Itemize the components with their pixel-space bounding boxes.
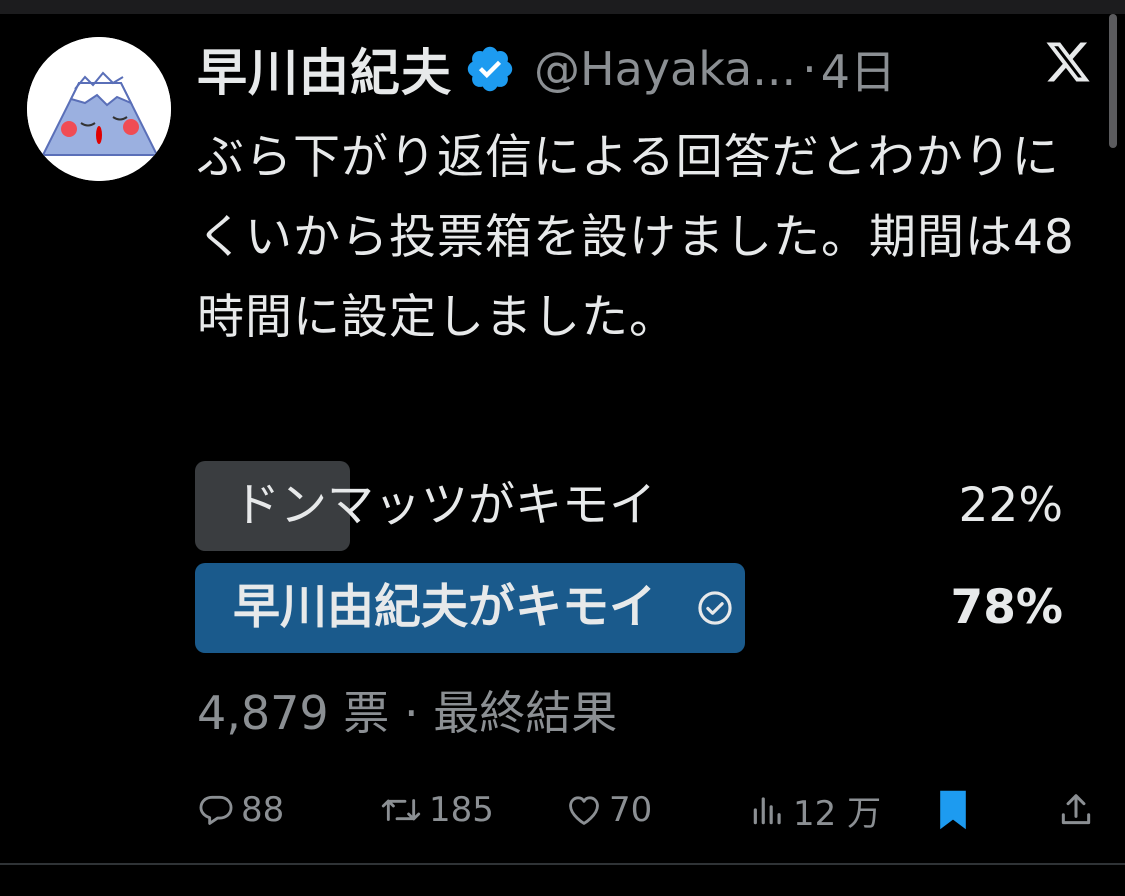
poll-vote-count: 4,879 票	[197, 686, 390, 740]
retweet-button[interactable]: 185	[379, 782, 494, 838]
analytics-icon	[753, 797, 781, 825]
reply-count: 88	[241, 790, 285, 830]
x-logo-icon	[1046, 42, 1090, 82]
heart-icon	[569, 796, 599, 825]
poll-option-label-container: 早川由紀夫がキモイ	[233, 563, 734, 653]
like-count: 70	[609, 790, 653, 830]
retweet-icon	[381, 799, 421, 821]
display-name[interactable]: 早川由紀夫	[197, 33, 452, 105]
time-separator: ·	[802, 42, 817, 96]
status-bar	[0, 0, 1125, 14]
poll-option-winner: 早川由紀夫がキモイ 78%	[195, 563, 1063, 653]
poll-meta-separator: ·	[403, 686, 419, 740]
action-bar: 88 185 70 12 万	[197, 782, 1107, 838]
share-button[interactable]	[1057, 782, 1095, 838]
tweet-text: ぶら下がり返信による回答だとわかりにくいから投票箱を設けました。期間は48時間に…	[197, 130, 1075, 345]
poll-status: 最終結果	[433, 686, 618, 740]
verified-badge-icon	[467, 46, 513, 92]
divider	[0, 863, 1125, 865]
mount-fuji-face-icon	[27, 37, 171, 181]
reply-icon	[199, 795, 233, 825]
retweet-count: 185	[429, 790, 494, 830]
views-button[interactable]: 12 万	[749, 782, 881, 838]
poll-option-label: ドンマッツがキモイ	[233, 478, 656, 533]
bookmark-button[interactable]	[937, 782, 969, 838]
poll-option-percent: 78%	[950, 580, 1064, 635]
scrollbar[interactable]	[1109, 14, 1117, 148]
timestamp[interactable]: 4日	[821, 36, 896, 102]
like-button[interactable]: 70	[565, 782, 652, 838]
views-count: 12 万	[793, 793, 882, 834]
poll-option: ドンマッツがキモイ 22%	[195, 461, 1063, 551]
share-icon	[1061, 794, 1091, 825]
poll-meta: 4,879 票 · 最終結果	[197, 678, 617, 748]
user-handle[interactable]: @Hayaka...	[534, 42, 796, 96]
tweet-header: 早川由紀夫 @Hayaka... · 4日	[197, 36, 1107, 102]
check-circle-icon	[698, 590, 732, 625]
poll-option-percent: 22%	[958, 478, 1063, 533]
poll-option-label: 早川由紀夫がキモイ	[233, 580, 656, 635]
bookmark-filled-icon	[940, 790, 966, 830]
reply-button[interactable]: 88	[197, 782, 284, 838]
avatar[interactable]	[27, 37, 171, 181]
